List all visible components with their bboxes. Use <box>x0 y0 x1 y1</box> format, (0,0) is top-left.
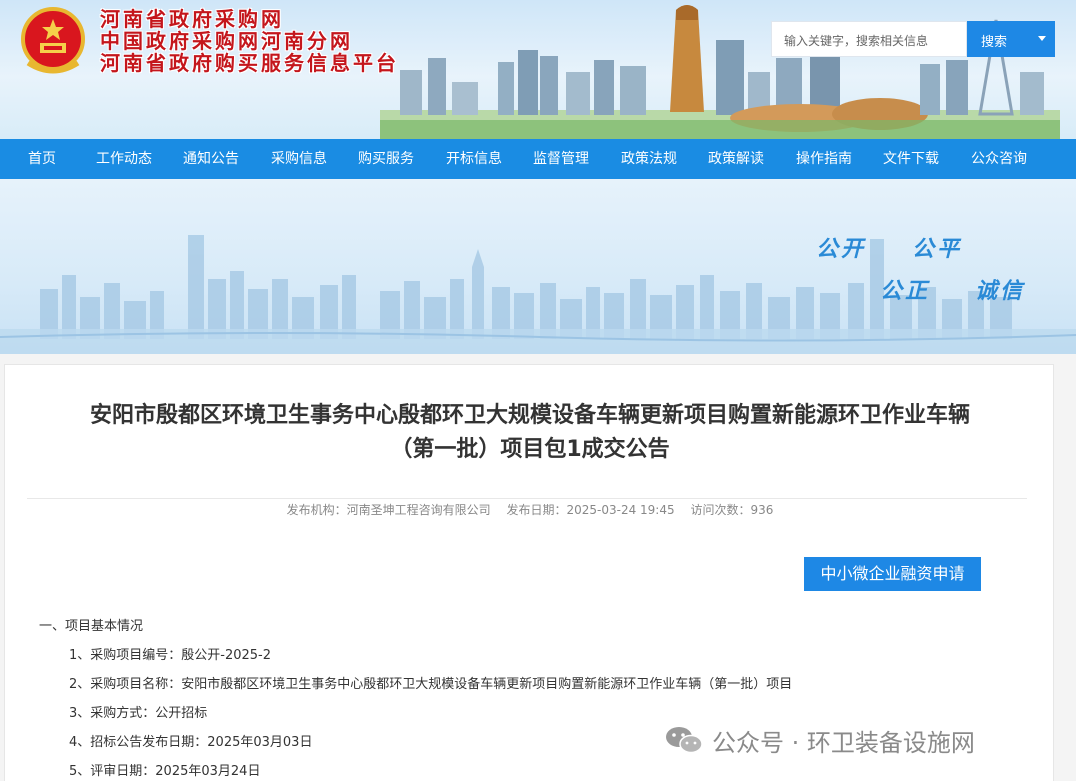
banner-slogan-1: 公开 <box>816 237 867 262</box>
nav-item-home[interactable]: 首页 <box>28 139 56 179</box>
article-title-line-1: 安阳市殷都区环境卫生事务中心殷都环卫大规模设备车辆更新项目购置新能源环卫作业车辆 <box>89 403 970 428</box>
watermark-text: 公众号 · 环卫装备设施网 <box>712 728 975 757</box>
sme-finance-button[interactable]: 中小微企业融资申请 <box>804 557 981 591</box>
list-item: 2、采购项目名称：安阳市殷都区环境卫生事务中心殷都环卫大规模设备车辆更新项目购置… <box>69 677 793 692</box>
nav-item-supervision[interactable]: 监督管理 <box>533 139 589 179</box>
nav-item-policy-interpretation[interactable]: 政策解读 <box>708 139 764 179</box>
search-button[interactable]: 搜索 <box>967 21 1055 57</box>
wechat-icon <box>666 727 703 754</box>
article-title-line-2: （第一批）项目包1成交公告 <box>390 437 670 462</box>
list-item: 5、评审日期：2025年03月24日 <box>69 764 261 779</box>
list-item: 1、采购项目编号：殷公开-2025-2 <box>69 648 272 663</box>
national-emblem-icon <box>21 7 85 74</box>
site-header: 河南省政府采购网 中国政府采购网河南分网 河南省政府购买服务信息平台 输入关键字… <box>0 0 1076 139</box>
banner: 公开 公平 公正 诚信 <box>0 179 1076 354</box>
article-meta: 发布机构：河南圣坤工程咨询有限公司 发布日期：2025-03-24 19:45 … <box>5 501 1055 518</box>
nav-item-procurement-info[interactable]: 采购信息 <box>271 139 327 179</box>
search-button-label: 搜索 <box>981 35 1008 50</box>
banner-slogan-2: 公平 <box>912 237 963 262</box>
watermark: 公众号 · 环卫装备设施网 <box>664 722 975 758</box>
nav-item-policies[interactable]: 政策法规 <box>621 139 677 179</box>
site-title-3: 河南省政府购买服务信息平台 <box>100 51 399 75</box>
nav-item-guide[interactable]: 操作指南 <box>796 139 852 179</box>
nav-item-purchase-services[interactable]: 购买服务 <box>358 139 414 179</box>
nav-item-bid-opening[interactable]: 开标信息 <box>446 139 502 179</box>
banner-slogan-4: 诚信 <box>975 279 1026 304</box>
meta-date: 发布日期：2025-03-24 19:45 <box>506 503 675 517</box>
article-panel: 安阳市殷都区环境卫生事务中心殷都环卫大规模设备车辆更新项目购置新能源环卫作业车辆… <box>4 364 1054 781</box>
article-title: 安阳市殷都区环境卫生事务中心殷都环卫大规模设备车辆更新项目购置新能源环卫作业车辆… <box>5 399 1055 467</box>
banner-skyline-image <box>0 235 1076 354</box>
meta-publisher: 发布机构：河南圣坤工程咨询有限公司 <box>286 503 491 517</box>
section-heading: 一、项目基本情况 <box>39 619 144 634</box>
banner-slogan-3: 公正 <box>880 279 931 304</box>
meta-visits: 访问次数：936 <box>690 503 774 517</box>
divider <box>27 498 1027 499</box>
nav-item-notices[interactable]: 通知公告 <box>183 139 239 179</box>
list-item: 4、招标公告发布日期：2025年03月03日 <box>69 735 313 750</box>
search-input[interactable]: 输入关键字，搜索相关信息 <box>771 21 967 57</box>
nav-item-consultation[interactable]: 公众咨询 <box>971 139 1027 179</box>
nav-item-work-news[interactable]: 工作动态 <box>96 139 152 179</box>
nav-item-downloads[interactable]: 文件下载 <box>883 139 939 179</box>
main-nav: 首页 工作动态 通知公告 采购信息 购买服务 开标信息 监督管理 政策法规 政策… <box>0 139 1076 179</box>
site-title-2: 中国政府采购网河南分网 <box>100 29 353 53</box>
site-titles: 河南省政府采购网 中国政府采购网河南分网 河南省政府购买服务信息平台 <box>100 8 399 74</box>
site-title-1: 河南省政府采购网 <box>100 7 284 31</box>
chevron-down-icon[interactable] <box>1038 36 1046 41</box>
list-item: 3、采购方式：公开招标 <box>69 706 208 721</box>
